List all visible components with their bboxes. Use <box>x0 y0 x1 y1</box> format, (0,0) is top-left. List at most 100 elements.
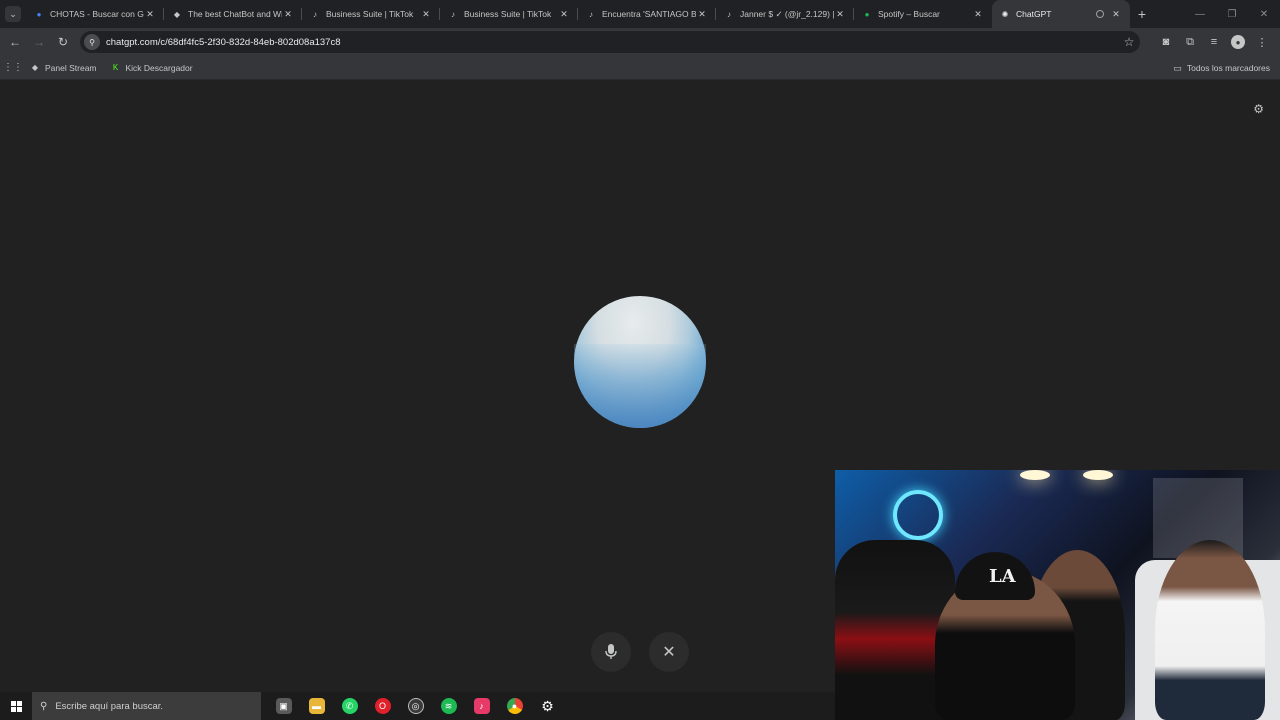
voice-settings-icon[interactable]: ⚙ <box>1253 102 1264 116</box>
person <box>1155 540 1265 720</box>
settings-icon: ⚙ <box>541 697 554 714</box>
opera-icon: O <box>374 698 391 714</box>
file-explorer-icon: ▬ <box>308 698 325 714</box>
new-tab-button[interactable]: + <box>1130 6 1154 22</box>
orb-cloud-layer <box>574 344 706 428</box>
tab-chatgpt[interactable]: ✺ ChatGPT ✕ <box>992 0 1130 28</box>
voice-orb <box>574 296 706 428</box>
taskbar-search[interactable]: ⚲ Escribe aquí para buscar. <box>32 692 261 720</box>
toolbar-actions: ◙ ⧉ ≡ ● ⋮ <box>1154 28 1274 56</box>
google-icon: ● <box>36 9 42 19</box>
window-controls: — ❐ ✕ <box>1184 0 1280 28</box>
tab-title: CHOTAS - Buscar con Google <box>50 9 144 19</box>
tab-title: ChatGPT <box>1016 9 1052 19</box>
reload-button[interactable]: ↻ <box>51 28 75 56</box>
taskbar-app-obs[interactable]: ◎ <box>399 692 432 720</box>
bookmarks-bar: ⋮⋮ ◆ Panel Stream K Kick Descargador ▭ T… <box>0 56 1280 80</box>
incognito-icon[interactable]: ◙ <box>1154 28 1178 56</box>
extensions-icon[interactable]: ⧉ <box>1178 28 1202 56</box>
site-info-icon[interactable]: ⚲ <box>84 34 100 50</box>
cap-logo: LA <box>989 566 1016 587</box>
tab-title: Encuentra 'SANTIAGO BC <box>602 9 696 19</box>
tiktok-icon: ♪ <box>589 9 593 19</box>
chevron-down-icon: ⌄ <box>5 6 21 22</box>
bookmark-label: Kick Descargador <box>125 62 193 73</box>
chatbot-icon: ◆ <box>173 9 181 19</box>
taskbar-app-spotify[interactable]: ≋ <box>432 692 465 720</box>
tiktok-icon: ♪ <box>451 9 455 19</box>
profile-avatar[interactable]: ● <box>1231 35 1245 49</box>
close-tab-icon[interactable]: ✕ <box>834 9 846 20</box>
taskbar-app-settings[interactable]: ⚙ <box>531 692 564 720</box>
all-bookmarks-label: Todos los marcadores <box>1186 63 1270 73</box>
tab-title: Business Suite | TikTok <box>326 9 414 19</box>
folder-icon: ▭ <box>1173 62 1182 73</box>
close-tab-icon[interactable]: ✕ <box>144 9 156 20</box>
recording-icon <box>1096 10 1104 18</box>
tab-tiktok-1[interactable]: ♪ Business Suite | TikTok ✕ <box>302 0 440 28</box>
taskbar-app-chrome[interactable]: ● <box>498 692 531 720</box>
ceiling-light <box>1083 470 1113 480</box>
tab-strip: ⌄ ● CHOTAS - Buscar con Google ✕ ◆ The b… <box>0 0 1280 28</box>
windows-logo-icon <box>10 700 22 712</box>
close-tab-icon[interactable]: ✕ <box>558 9 570 20</box>
close-tab-icon[interactable]: ✕ <box>1110 9 1122 20</box>
tab-spotify[interactable]: ● Spotify – Buscar ✕ <box>854 0 992 28</box>
apps-grid-icon[interactable]: ⋮⋮ <box>0 62 26 73</box>
close-window-icon[interactable]: ✕ <box>1248 0 1280 28</box>
microphone-button[interactable] <box>591 632 631 672</box>
webcam-overlay: LA <box>835 470 1280 720</box>
media-player-icon: ▣ <box>275 698 292 714</box>
restore-icon[interactable]: ❐ <box>1216 0 1248 28</box>
bookmark-kick-descargador[interactable]: K Kick Descargador <box>111 63 193 73</box>
address-bar[interactable]: ⚲ chatgpt.com/c/68df4fc5-2f30-832d-84eb-… <box>80 31 1140 53</box>
taskbar-app-file-explorer[interactable]: ▬ <box>300 692 333 720</box>
spotify-icon: ● <box>864 9 870 19</box>
bookmark-star-icon[interactable]: ☆ <box>1118 35 1140 49</box>
close-tab-icon[interactable]: ✕ <box>420 9 432 20</box>
tab-search-button[interactable]: ⌄ <box>0 0 26 28</box>
taskbar-app-whatsapp[interactable]: ✆ <box>333 692 366 720</box>
ceiling-light <box>1020 470 1050 480</box>
forward-button[interactable]: → <box>27 28 51 56</box>
tab-chatbot[interactable]: ◆ The best ChatBot and Wi ✕ <box>164 0 302 28</box>
minimize-icon[interactable]: — <box>1184 0 1216 28</box>
kick-icon: K <box>112 63 119 72</box>
spotify-icon: ≋ <box>440 698 457 714</box>
neon-sign <box>893 490 943 540</box>
whatsapp-icon: ✆ <box>341 698 358 714</box>
obs-icon: ◎ <box>407 698 424 714</box>
close-tab-icon[interactable]: ✕ <box>696 9 708 20</box>
tab-title: Business Suite | TikTok <box>464 9 552 19</box>
back-button[interactable]: ← <box>3 28 27 56</box>
diamond-icon: ◆ <box>31 63 39 72</box>
close-tab-icon[interactable]: ✕ <box>972 9 984 20</box>
tab-google[interactable]: ● CHOTAS - Buscar con Google ✕ <box>26 0 164 28</box>
tiktok-icon: ♪ <box>313 9 317 19</box>
start-button[interactable] <box>0 692 32 720</box>
tiktok-icon: ♪ <box>473 698 490 714</box>
tab-title: Spotify – Buscar <box>878 9 940 19</box>
media-control-icon[interactable]: ≡ <box>1202 28 1226 56</box>
search-icon: ⚲ <box>40 700 48 712</box>
tab-title: Janner $ ✓ (@jr_2.129) | <box>740 8 834 19</box>
tab-tiktok-2[interactable]: ♪ Business Suite | TikTok ✕ <box>440 0 578 28</box>
chatgpt-icon: ✺ <box>1001 9 1009 19</box>
search-placeholder: Escribe aquí para buscar. <box>55 700 164 712</box>
taskbar-app-tiktok[interactable]: ♪ <box>465 692 498 720</box>
tab-tiktok-3[interactable]: ♪ Encuentra 'SANTIAGO BC ✕ <box>578 0 716 28</box>
tiktok-icon: ♪ <box>727 9 731 19</box>
bookmark-label: Panel Stream <box>45 62 97 73</box>
menu-kebab-icon[interactable]: ⋮ <box>1250 28 1274 56</box>
bookmark-panel-stream[interactable]: ◆ Panel Stream <box>30 63 97 73</box>
tab-title: The best ChatBot and Wi <box>188 9 282 19</box>
chrome-icon: ● <box>506 698 523 714</box>
end-voice-button[interactable]: ✕ <box>649 632 689 672</box>
microphone-icon <box>605 644 617 659</box>
close-tab-icon[interactable]: ✕ <box>282 9 294 20</box>
all-bookmarks-button[interactable]: ▭ Todos los marcadores <box>1173 56 1270 80</box>
tab-tiktok-4[interactable]: ♪ Janner $ ✓ (@jr_2.129) | ✕ <box>716 0 854 28</box>
taskbar-app-media-player[interactable]: ▣ <box>267 692 300 720</box>
taskbar-app-opera[interactable]: O <box>366 692 399 720</box>
url-text[interactable]: chatgpt.com/c/68df4fc5-2f30-832d-84eb-80… <box>106 37 1118 48</box>
